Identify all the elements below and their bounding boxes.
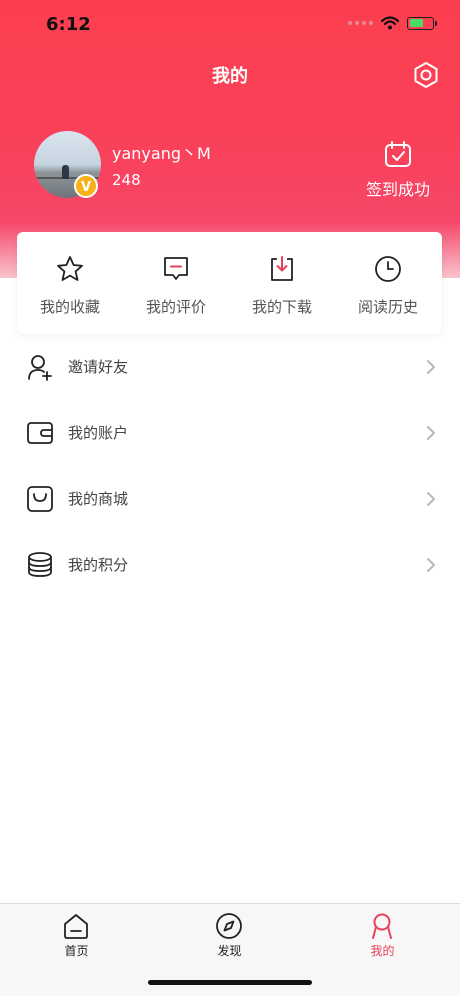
wifi-icon <box>381 16 399 30</box>
quick-action-history[interactable]: 阅读历史 <box>335 232 441 334</box>
status-time: 6:12 <box>46 14 91 35</box>
quick-actions-card: 我的收藏 我的评价 我的下载 阅读历史 <box>17 232 442 334</box>
menu-item-my-points[interactable]: 我的积分 <box>0 532 460 598</box>
quick-action-reviews[interactable]: 我的评价 <box>123 232 229 334</box>
menu-item-my-store[interactable]: 我的商城 <box>0 466 460 532</box>
menu-item-my-account[interactable]: 我的账户 <box>0 400 460 466</box>
tab-profile[interactable]: 我的 <box>306 904 459 964</box>
menu-item-label: 我的积分 <box>68 556 129 574</box>
home-indicator <box>148 980 312 985</box>
tab-label: 我的 <box>370 944 395 958</box>
menu-item-label: 我的商城 <box>68 490 129 508</box>
star-icon <box>57 256 83 281</box>
menu-item-invite-friends[interactable]: 邀请好友 <box>0 334 460 400</box>
download-icon <box>271 256 293 281</box>
chevron-right-icon <box>427 426 435 440</box>
checkin-status[interactable]: 签到成功 <box>360 176 436 200</box>
menu-item-label: 邀请好友 <box>68 358 129 376</box>
wallet-icon <box>27 422 53 444</box>
points-count: 248 <box>112 171 141 189</box>
quick-action-label: 我的评价 <box>145 298 206 316</box>
quick-action-favorites[interactable]: 我的收藏 <box>17 232 123 334</box>
quick-action-label: 阅读历史 <box>357 298 418 316</box>
username: yanyang丶M <box>112 144 211 163</box>
tab-home[interactable]: 首页 <box>0 904 153 964</box>
tab-discover[interactable]: 发现 <box>153 904 306 964</box>
battery-icon <box>407 16 437 30</box>
chevron-right-icon <box>427 558 435 572</box>
page-title: 我的 <box>212 66 248 87</box>
chevron-right-icon <box>427 492 435 506</box>
status-bar: 6:12 <box>0 0 460 50</box>
calendar-check-icon[interactable] <box>383 139 413 169</box>
vip-badge: V <box>74 174 98 198</box>
shopping-bag-icon <box>27 486 53 512</box>
settings-hexagon-icon[interactable] <box>412 61 440 89</box>
coins-icon <box>28 552 52 577</box>
add-friend-icon <box>28 355 52 381</box>
quick-action-label: 我的收藏 <box>39 298 100 316</box>
menu-item-label: 我的账户 <box>68 424 129 442</box>
comment-icon <box>164 257 188 280</box>
quick-action-label: 我的下载 <box>251 298 312 316</box>
home-icon <box>64 914 88 939</box>
signal-icon <box>348 21 373 25</box>
clock-icon <box>375 256 401 282</box>
profile-icon <box>372 913 392 939</box>
tab-label: 首页 <box>64 944 89 958</box>
tab-label: 发现 <box>217 944 242 958</box>
compass-icon <box>216 913 242 939</box>
chevron-right-icon <box>427 360 435 374</box>
status-indicators <box>348 16 437 30</box>
quick-action-downloads[interactable]: 我的下载 <box>229 232 335 334</box>
